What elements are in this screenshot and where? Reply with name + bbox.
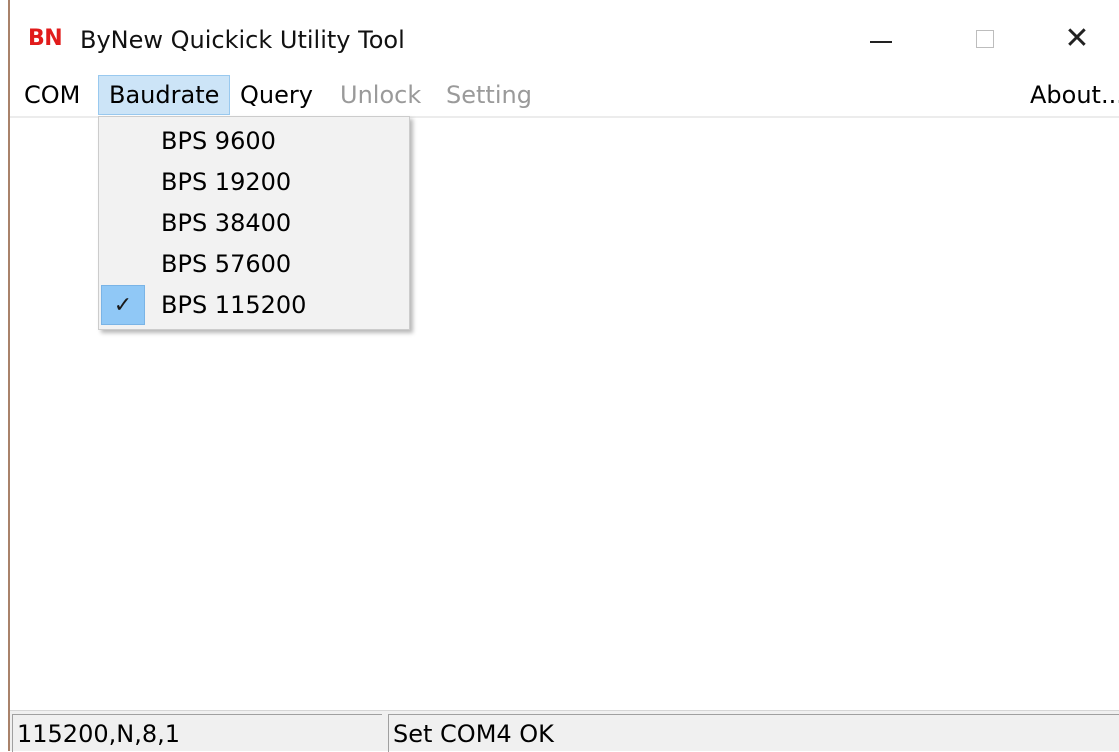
- close-icon: ✕: [1064, 21, 1090, 56]
- app-logo: BN: [28, 26, 63, 51]
- baudrate-option-label: BPS 38400: [161, 209, 292, 237]
- menu-about[interactable]: About...: [1026, 75, 1119, 115]
- baudrate-dropdown-menu: BPS 9600 BPS 19200 BPS 38400 BPS 57600 ✓…: [98, 116, 410, 330]
- menu-com[interactable]: COM: [20, 75, 84, 115]
- check-area: ✓: [101, 285, 145, 325]
- title-bar[interactable]: BN ByNew Quickick Utility Tool ✕: [10, 0, 1119, 80]
- app-window: BN ByNew Quickick Utility Tool ✕ COM Bau…: [0, 0, 1119, 752]
- window-title: ByNew Quickick Utility Tool: [80, 26, 405, 54]
- baudrate-option-label: BPS 115200: [161, 291, 307, 319]
- baudrate-option-115200[interactable]: ✓ BPS 115200: [101, 285, 407, 325]
- close-button[interactable]: ✕: [1054, 16, 1100, 62]
- baudrate-option-19200[interactable]: BPS 19200: [101, 162, 407, 202]
- baudrate-option-label: BPS 57600: [161, 250, 292, 278]
- status-port-settings: 115200,N,8,1: [12, 714, 382, 752]
- baudrate-option-9600[interactable]: BPS 9600: [101, 121, 407, 161]
- status-bar: 115200,N,8,1 Set COM4 OK: [10, 710, 1119, 752]
- menu-setting[interactable]: Setting: [442, 75, 536, 115]
- check-area: [101, 121, 145, 161]
- baudrate-option-57600[interactable]: BPS 57600: [101, 244, 407, 284]
- check-area: [101, 203, 145, 243]
- menu-baudrate[interactable]: Baudrate: [98, 75, 230, 115]
- maximize-icon: [976, 30, 994, 48]
- minimize-icon: [870, 41, 892, 43]
- baudrate-option-label: BPS 19200: [161, 168, 292, 196]
- minimize-button[interactable]: [858, 16, 904, 62]
- maximize-button[interactable]: [962, 16, 1008, 62]
- checkmark-icon: ✓: [113, 292, 133, 318]
- menu-query[interactable]: Query: [236, 75, 317, 115]
- menu-unlock[interactable]: Unlock: [336, 75, 425, 115]
- status-message: Set COM4 OK: [388, 714, 1119, 752]
- check-area: [101, 162, 145, 202]
- baudrate-option-38400[interactable]: BPS 38400: [101, 203, 407, 243]
- menu-bar: COM Baudrate Query Unlock Setting About.…: [10, 74, 1119, 116]
- baudrate-option-label: BPS 9600: [161, 127, 276, 155]
- check-area: [101, 244, 145, 284]
